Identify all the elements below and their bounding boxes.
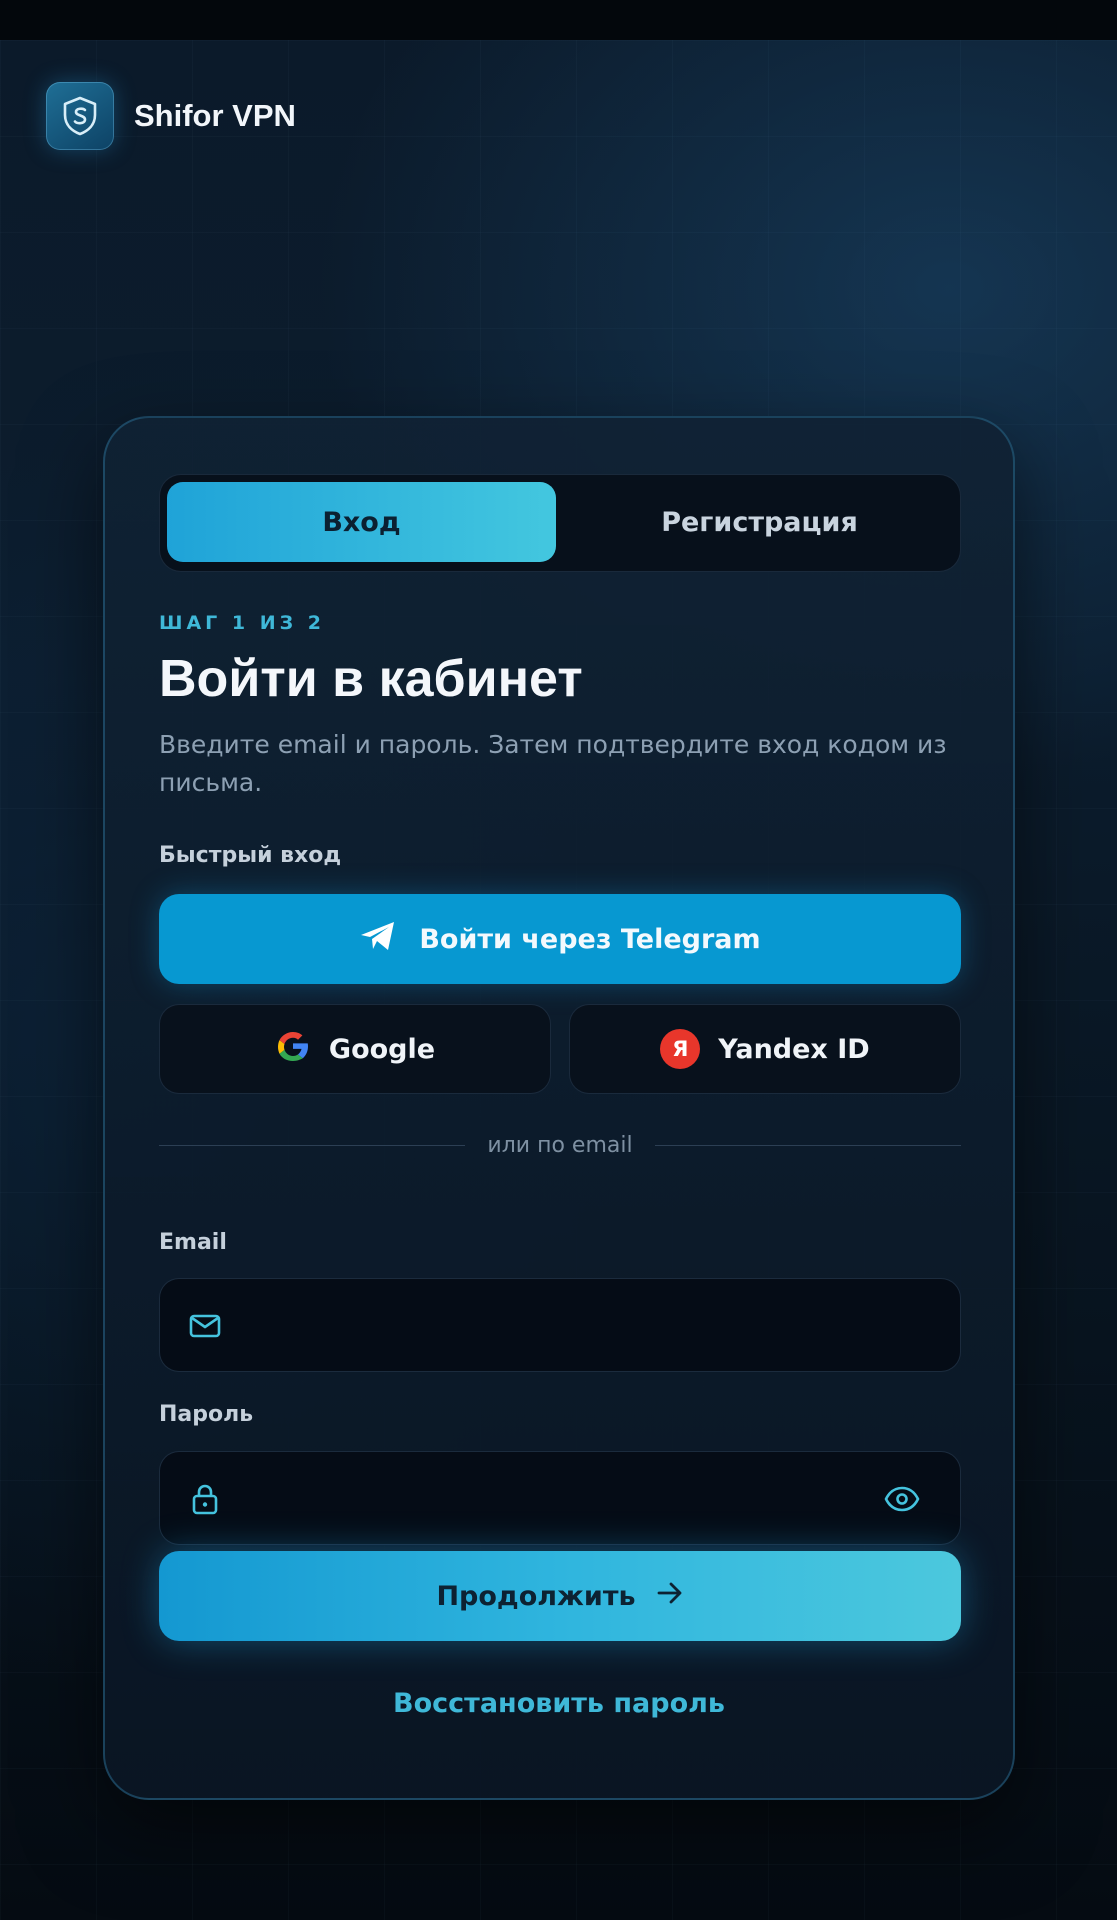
- google-login-label: Google: [328, 1033, 436, 1065]
- yandex-login-label: Yandex ID: [718, 1033, 870, 1065]
- telegram-icon: [359, 920, 397, 959]
- restore-password-link[interactable]: Восстановить пароль: [105, 1688, 1013, 1719]
- password-label: Пароль: [159, 1402, 254, 1427]
- google-icon: [275, 1028, 311, 1071]
- password-input[interactable]: [240, 1452, 840, 1546]
- status-bar: [0, 0, 1117, 40]
- page-subtitle: Введите email и пароль. Затем подтвердит…: [159, 730, 947, 797]
- divider: или по email: [159, 1130, 962, 1160]
- continue-label: Продолжить: [436, 1580, 636, 1612]
- brand-name: Shifor VPN: [134, 98, 296, 133]
- arrow-right-icon: [656, 1580, 684, 1613]
- divider-line-right: [654, 1144, 962, 1146]
- brand: Shifor VPN: [46, 82, 296, 150]
- telegram-login-label: Войти через Telegram: [419, 923, 761, 955]
- tab-register[interactable]: Регистрация: [565, 482, 954, 562]
- auth-card: Вход Регистрация ШАГ 1 ИЗ 2 Войти в каби…: [103, 416, 1015, 1800]
- quick-login-label: Быстрый вход: [159, 843, 342, 868]
- email-input[interactable]: [240, 1279, 840, 1373]
- telegram-login-button[interactable]: Войти через Telegram: [159, 894, 961, 984]
- divider-line-left: [159, 1144, 466, 1146]
- shield-logo-icon: [46, 82, 114, 150]
- mail-icon: [188, 1309, 222, 1343]
- step-indicator: ШАГ 1 ИЗ 2: [159, 612, 325, 634]
- continue-button[interactable]: Продолжить: [159, 1551, 961, 1641]
- auth-tabs: Вход Регистрация: [159, 474, 961, 572]
- password-field[interactable]: [159, 1451, 961, 1546]
- yandex-login-button[interactable]: Я Yandex ID: [569, 1004, 961, 1094]
- yandex-icon: Я: [660, 1029, 701, 1069]
- tab-login[interactable]: Вход: [167, 482, 556, 562]
- divider-text: или по email: [487, 1132, 633, 1158]
- email-field[interactable]: [159, 1278, 961, 1373]
- lock-icon: [188, 1482, 222, 1516]
- email-label: Email: [159, 1230, 227, 1255]
- google-login-button[interactable]: Google: [159, 1004, 551, 1094]
- eye-icon[interactable]: [884, 1482, 920, 1516]
- page-title: Войти в кабинет: [159, 650, 583, 708]
